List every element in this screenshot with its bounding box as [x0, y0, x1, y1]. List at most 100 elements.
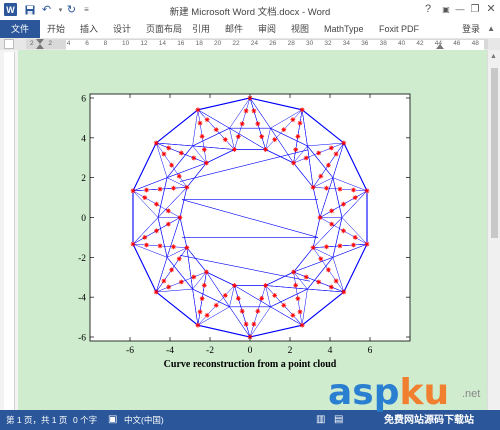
- data-point: [328, 284, 334, 290]
- vertical-ruler[interactable]: [4, 52, 15, 410]
- tab-review[interactable]: 审阅: [258, 20, 276, 38]
- page-count[interactable]: 第 1 页，共 1 页: [6, 410, 67, 430]
- data-point: [324, 244, 329, 250]
- ruler-number: 30: [306, 40, 314, 47]
- data-point: [130, 188, 136, 194]
- language-indicator[interactable]: 中文(中国): [124, 410, 164, 430]
- data-point: [251, 108, 257, 114]
- tab-mathtype[interactable]: MathType: [324, 20, 364, 38]
- proofing-icon[interactable]: ▣: [108, 410, 117, 430]
- data-point: [178, 150, 184, 156]
- ribbon-collapse-icon[interactable]: ▲: [487, 20, 495, 38]
- data-point: [199, 296, 205, 301]
- data-point: [157, 243, 163, 249]
- tab-view[interactable]: 视图: [291, 20, 309, 38]
- data-point: [310, 184, 316, 190]
- data-point: [297, 309, 303, 315]
- data-point: [303, 155, 309, 161]
- minimize-button[interactable]: —: [452, 2, 468, 17]
- data-point: [157, 186, 163, 192]
- x-tick-label: -2: [206, 346, 214, 356]
- figure-image[interactable]: -6 -4 -2 0 2 4 6 -6 -4 -2 0 2 4 6 Curve reconstruction…: [18, 50, 487, 410]
- data-point: [326, 267, 331, 273]
- data-point: [204, 160, 209, 166]
- ruler-number: 20: [214, 40, 222, 47]
- data-point: [337, 243, 343, 249]
- ribbon-tabs: 文件 开始 插入 设计 页面布局 引用 邮件 审阅 视图 MathType Fo…: [0, 20, 500, 39]
- ruler-number: 16: [177, 40, 185, 47]
- tab-file[interactable]: 文件: [0, 20, 40, 38]
- x-tick-label: 2: [288, 346, 293, 356]
- word-count[interactable]: 0 个字: [73, 410, 97, 430]
- data-point: [169, 267, 174, 273]
- data-point: [251, 321, 257, 327]
- data-point: [195, 322, 201, 328]
- ruler-number: 40: [398, 40, 406, 47]
- tab-selector-icon[interactable]: [4, 39, 14, 49]
- tab-page-layout[interactable]: 页面布局: [146, 20, 182, 38]
- restore-button[interactable]: ❐: [467, 2, 483, 17]
- ruler-number: 28: [287, 40, 295, 47]
- data-point: [239, 308, 245, 314]
- data-point: [204, 269, 209, 275]
- data-point: [166, 145, 172, 151]
- data-point: [177, 215, 183, 220]
- y-tick-label: -6: [78, 334, 86, 344]
- tab-foxit-pdf[interactable]: Foxit PDF: [379, 20, 419, 38]
- data-point: [197, 120, 203, 126]
- help-button[interactable]: ?: [420, 2, 436, 17]
- hanging-indent-icon[interactable]: [36, 44, 44, 49]
- right-indent-icon[interactable]: [436, 44, 444, 49]
- tab-home[interactable]: 开始: [47, 20, 65, 38]
- data-point: [184, 184, 190, 190]
- vertical-scrollbar[interactable]: ▲: [487, 50, 500, 410]
- data-point: [281, 302, 287, 308]
- y-tick-label: 2: [81, 174, 86, 184]
- ruler-number: 12: [140, 40, 148, 47]
- ruler-number: 6: [85, 40, 89, 47]
- chart-title: Curve reconstruction from a point cloud: [164, 359, 337, 370]
- read-mode-icon[interactable]: ▥: [316, 410, 325, 430]
- title-bar: W ↶ ▾ ↻ ≡ 新建 Microsoft Word 文档.docx - Wo…: [0, 0, 500, 20]
- x-tick-label: 4: [328, 346, 333, 356]
- data-point: [295, 134, 301, 139]
- data-point: [351, 187, 356, 193]
- horizontal-ruler[interactable]: 2 2 4 6 8 10 12 14 16 18 20 22 24 26 28 30 32 34 36 38 40 42 4…: [26, 39, 488, 50]
- ruler-number: 26: [269, 40, 277, 47]
- data-point: [333, 151, 339, 157]
- y-tick-label: -4: [78, 294, 86, 304]
- data-point: [165, 208, 171, 214]
- document-page[interactable]: -6 -4 -2 0 2 4 6 -6 -4 -2 0 2 4 6 Curve reconstruction…: [18, 50, 487, 410]
- print-layout-icon[interactable]: ▤: [334, 410, 343, 430]
- data-point: [222, 137, 228, 142]
- data-point: [154, 228, 159, 234]
- ruler-number: 42: [416, 40, 424, 47]
- data-point: [153, 289, 159, 295]
- data-point: [178, 279, 184, 285]
- login-link[interactable]: 登录: [462, 20, 480, 38]
- y-tick-label: 6: [81, 94, 86, 104]
- data-point: [195, 107, 201, 113]
- data-point: [291, 269, 296, 275]
- scroll-up-icon[interactable]: ▲: [490, 53, 497, 60]
- ruler-number: 32: [324, 40, 332, 47]
- data-point: [295, 296, 301, 301]
- tab-references[interactable]: 引用: [192, 20, 210, 38]
- data-point: [235, 296, 241, 301]
- close-button[interactable]: ✕: [483, 2, 499, 17]
- data-point: [165, 221, 171, 227]
- data-point: [243, 108, 249, 114]
- x-tick-label: -6: [126, 346, 134, 356]
- data-point: [341, 201, 346, 207]
- data-point: [204, 312, 210, 318]
- tab-design[interactable]: 设计: [113, 20, 131, 38]
- data-point: [328, 145, 334, 151]
- data-point: [154, 201, 159, 207]
- scroll-thumb[interactable]: [491, 68, 498, 238]
- data-point: [303, 274, 309, 280]
- tab-mailings[interactable]: 邮件: [225, 20, 243, 38]
- ruler-number: 48: [471, 40, 479, 47]
- data-point: [232, 147, 237, 152]
- data-point: [199, 134, 205, 139]
- tab-insert[interactable]: 插入: [80, 20, 98, 38]
